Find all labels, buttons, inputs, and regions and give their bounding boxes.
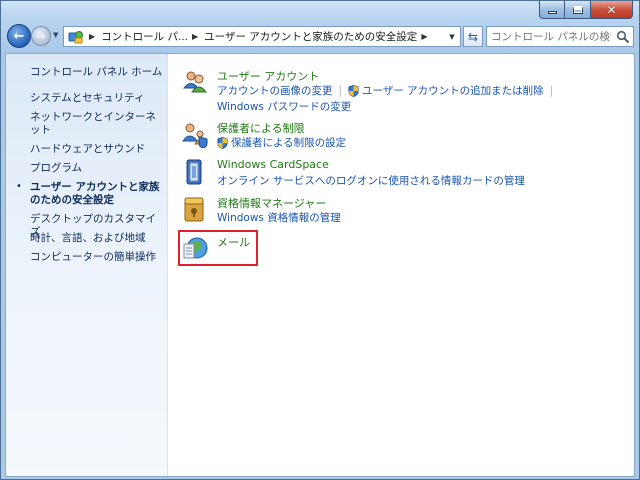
main-panel: ユーザー アカウント アカウントの画像の変更 | ユーザー アカウントの追加また… <box>176 54 632 476</box>
category-title-user-accounts[interactable]: ユーザー アカウント <box>217 68 319 84</box>
caption-buttons: ✕ <box>539 1 633 19</box>
breadcrumb-separator-icon[interactable]: ▶ <box>192 32 198 41</box>
breadcrumb-separator-icon[interactable]: ▶ <box>421 32 427 41</box>
uac-shield-icon <box>348 84 359 97</box>
sidebar-item-system-security[interactable]: システムとセキュリティ <box>30 92 164 105</box>
links-row-credential-manager: Windows 資格情報の管理 <box>217 210 341 225</box>
refresh-button[interactable]: ⇆ <box>463 26 483 47</box>
link-separator: | <box>338 84 343 97</box>
close-button[interactable]: ✕ <box>591 1 633 19</box>
control-panel-window: ✕ ← → ▼ ▶ コントロール パ... ▶ ユーザー アカウントと家族のため… <box>0 0 640 480</box>
arrow-right-icon: → <box>36 29 46 43</box>
refresh-icon: ⇆ <box>467 29 479 44</box>
sidebar-item-user-accounts: ユーザー アカウントと家族のための安全設定 <box>30 181 160 206</box>
control-panel-icon <box>67 29 85 45</box>
current-item-bullet: • <box>16 181 22 192</box>
breadcrumb-user-accounts[interactable]: ユーザー アカウントと家族のための安全設定 <box>204 29 417 44</box>
sidebar-item-network[interactable]: ネットワークとインターネット <box>30 111 164 137</box>
links-row-parental-controls: 保護者による制限の設定 <box>217 135 346 150</box>
credential-manager-icon[interactable] <box>181 195 209 223</box>
links-row-user-accounts-2: Windows パスワードの変更 <box>217 99 351 114</box>
maximize-icon <box>572 5 583 14</box>
category-title-cardspace[interactable]: Windows CardSpace <box>217 158 329 171</box>
recent-pages-dropdown[interactable]: ▼ <box>53 31 58 39</box>
arrow-left-icon: ← <box>13 28 25 44</box>
link-separator: | <box>549 84 554 97</box>
minimize-button[interactable] <box>539 1 565 19</box>
sidebar-item-ease-of-access[interactable]: コンピューターの簡単操作 <box>30 251 164 264</box>
uac-shield-icon <box>217 136 228 149</box>
sidebar-item-clock-language[interactable]: 時計、言語、および地域 <box>30 232 164 245</box>
breadcrumb-separator-icon[interactable]: ▶ <box>89 32 95 41</box>
back-button[interactable]: ← <box>7 24 31 48</box>
parental-controls-icon[interactable] <box>181 120 209 148</box>
address-bar[interactable]: ▶ コントロール パ... ▶ ユーザー アカウントと家族のための安全設定 ▶ … <box>63 26 461 47</box>
close-icon: ✕ <box>606 2 617 17</box>
minimize-icon <box>547 11 557 14</box>
navigation-toolbar: ← → ▼ ▶ コントロール パ... ▶ ユーザー アカウントと家族のための安… <box>5 23 637 49</box>
link-change-picture[interactable]: アカウントの画像の変更 <box>217 83 333 98</box>
address-dropdown-icon[interactable]: ▼ <box>444 27 460 46</box>
users-icon[interactable] <box>181 68 209 96</box>
maximize-button[interactable] <box>565 1 591 19</box>
category-title-credential-manager[interactable]: 資格情報マネージャー <box>217 195 326 211</box>
category-title-mail[interactable]: メール <box>217 234 250 250</box>
sidebar-item-programs[interactable]: プログラム <box>30 162 164 175</box>
link-setup-parental-controls[interactable]: 保護者による制限の設定 <box>231 135 346 150</box>
link-manage-windows-credentials[interactable]: Windows 資格情報の管理 <box>217 210 341 225</box>
links-row-cardspace: オンライン サービスへのログオンに使用される情報カードの管理 <box>217 173 525 188</box>
forward-button[interactable]: → <box>31 26 51 46</box>
links-row-user-accounts: アカウントの画像の変更 | ユーザー アカウントの追加または削除 | <box>217 83 559 98</box>
search-input[interactable] <box>491 30 611 43</box>
sidebar: コントロール パネル ホーム システムとセキュリティ ネットワークとインターネッ… <box>6 54 168 476</box>
content-area: コントロール パネル ホーム システムとセキュリティ ネットワークとインターネッ… <box>5 53 635 477</box>
cardspace-icon[interactable] <box>181 158 209 186</box>
sidebar-item-home[interactable]: コントロール パネル ホーム <box>30 66 164 79</box>
mail-icon[interactable] <box>181 234 209 262</box>
link-manage-information-cards[interactable]: オンライン サービスへのログオンに使用される情報カードの管理 <box>217 173 525 188</box>
search-icon[interactable] <box>616 30 630 44</box>
sidebar-item-hardware-sound[interactable]: ハードウェアとサウンド <box>30 143 164 156</box>
link-add-remove-accounts[interactable]: ユーザー アカウントの追加または削除 <box>362 83 544 98</box>
link-change-password[interactable]: Windows パスワードの変更 <box>217 99 351 114</box>
breadcrumb-control-panel[interactable]: コントロール パ... <box>101 29 188 44</box>
search-box[interactable] <box>486 26 634 47</box>
category-title-parental-controls[interactable]: 保護者による制限 <box>217 120 305 136</box>
